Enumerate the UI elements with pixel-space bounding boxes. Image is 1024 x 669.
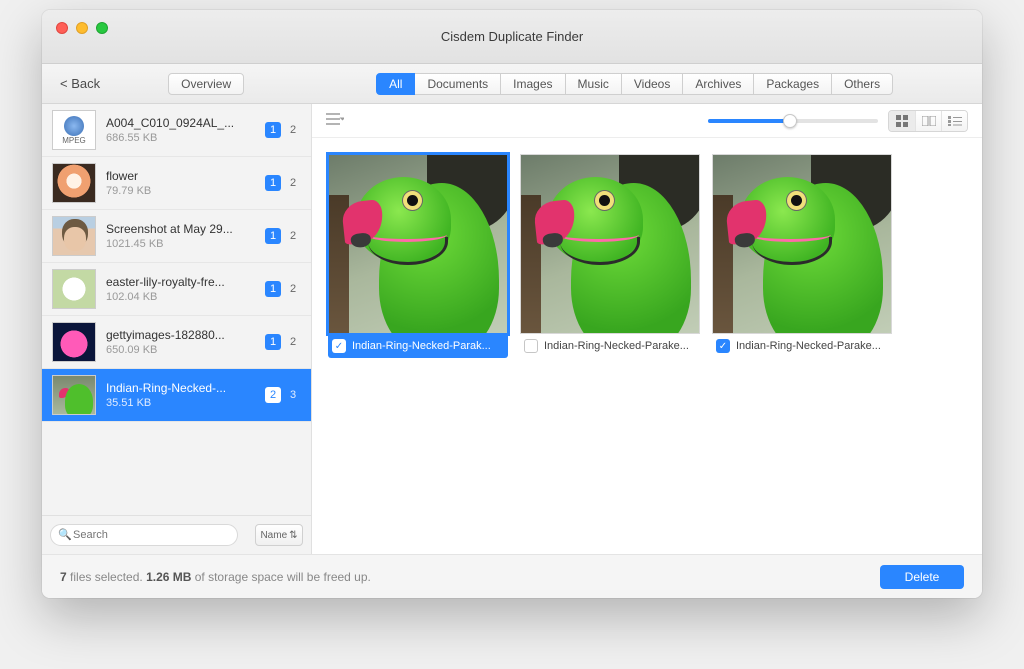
delete-button[interactable]: Delete (880, 565, 964, 589)
sort-label: Name (260, 530, 287, 541)
tab-videos[interactable]: Videos (622, 73, 683, 95)
slider-knob[interactable] (783, 114, 797, 128)
tab-others[interactable]: Others (832, 73, 893, 95)
selected-count: 1 (265, 228, 281, 244)
zoom-icon[interactable] (96, 22, 108, 34)
dup-counts: 12 (265, 281, 301, 297)
dup-counts: 12 (265, 228, 301, 244)
file-name: easter-lily-royalty-fre... (106, 275, 255, 289)
search-input[interactable] (50, 524, 238, 546)
list-item[interactable]: Screenshot at May 29... 1021.45 KB 12 (42, 210, 311, 263)
dup-counts: 12 (265, 175, 301, 191)
total-count: 2 (285, 122, 301, 138)
status-text: 7 files selected. 1.26 MB of storage spa… (60, 570, 371, 584)
total-count: 2 (285, 175, 301, 191)
selected-count: 1 (265, 334, 281, 350)
duplicate-groups-list: MPEGA004_C010_0924AL_...686.55 KB12flowe… (42, 104, 311, 515)
file-name: flower (106, 169, 255, 183)
category-tabs: AllDocumentsImagesMusicVideosArchivesPac… (376, 73, 893, 95)
main-toolbar (312, 104, 982, 138)
select-checkbox[interactable]: ✓ (716, 339, 730, 353)
selected-count: 1 (265, 175, 281, 191)
file-name: Indian-Ring-Necked-Parak... (352, 340, 504, 352)
thumbnail (52, 163, 96, 203)
status-bar: 7 files selected. 1.26 MB of storage spa… (42, 554, 982, 598)
file-name: Indian-Ring-Necked-Parake... (736, 340, 888, 352)
select-checkbox[interactable]: ✓ (332, 339, 346, 353)
sort-button[interactable]: Name ⇅ (255, 524, 303, 546)
grid-item[interactable]: Indian-Ring-Necked-Parake... (520, 154, 700, 358)
list-item[interactable]: gettyimages-182880... 650.09 KB 12 (42, 316, 311, 369)
thumbnail-size-slider[interactable] (708, 119, 878, 123)
toolbar: < Back Overview AllDocumentsImagesMusicV… (42, 64, 982, 104)
grid-view-icon[interactable] (889, 111, 915, 131)
tab-packages[interactable]: Packages (754, 73, 832, 95)
back-button[interactable]: < Back (54, 72, 106, 95)
sort-arrows-icon: ⇅ (289, 530, 297, 541)
thumbnail (52, 269, 96, 309)
duplicates-grid: ✓ Indian-Ring-Necked-Parak... Indian-Ring-… (312, 138, 982, 554)
tab-documents[interactable]: Documents (415, 73, 501, 95)
file-size: 1021.45 KB (106, 238, 255, 250)
file-size: 686.55 KB (106, 132, 255, 144)
list-view-icon[interactable] (941, 111, 967, 131)
tab-all[interactable]: All (376, 73, 415, 95)
total-count: 2 (285, 281, 301, 297)
grid-item[interactable]: ✓ Indian-Ring-Necked-Parak... (328, 154, 508, 358)
file-name: A004_C010_0924AL_... (106, 116, 255, 130)
app-window: Cisdem Duplicate Finder < Back Overview … (42, 10, 982, 598)
selected-count: 2 (265, 387, 281, 403)
total-count: 2 (285, 228, 301, 244)
file-name: gettyimages-182880... (106, 328, 255, 342)
list-item[interactable]: Indian-Ring-Necked-... 35.51 KB 23 (42, 369, 311, 422)
dup-counts: 12 (265, 122, 301, 138)
window-title: Cisdem Duplicate Finder (42, 29, 982, 44)
search-icon: 🔍 (58, 528, 72, 541)
list-item[interactable]: flower 79.79 KB 12 (42, 157, 311, 210)
body: MPEGA004_C010_0924AL_...686.55 KB12flowe… (42, 104, 982, 554)
column-view-icon[interactable] (915, 111, 941, 131)
main-panel: ✓ Indian-Ring-Necked-Parak... Indian-Ring-… (312, 104, 982, 554)
close-icon[interactable] (56, 22, 68, 34)
file-name: Indian-Ring-Necked-... (106, 381, 255, 395)
thumbnail: MPEG (52, 110, 96, 150)
dup-counts: 12 (265, 334, 301, 350)
file-name: Screenshot at May 29... (106, 222, 255, 236)
selected-count: 1 (265, 122, 281, 138)
preview-image (520, 154, 700, 334)
thumbnail (52, 375, 96, 415)
thumbnail (52, 322, 96, 362)
tab-archives[interactable]: Archives (683, 73, 754, 95)
file-name: Indian-Ring-Necked-Parake... (544, 340, 696, 352)
window-controls (56, 22, 108, 34)
sidebar: MPEGA004_C010_0924AL_...686.55 KB12flowe… (42, 104, 312, 554)
file-size: 102.04 KB (106, 291, 255, 303)
file-size: 79.79 KB (106, 185, 255, 197)
sidebar-footer: 🔍 Name ⇅ (42, 515, 311, 554)
select-menu-icon[interactable] (326, 112, 344, 129)
thumbnail (52, 216, 96, 256)
view-mode-segment (888, 110, 968, 132)
dup-counts: 23 (265, 387, 301, 403)
list-item[interactable]: easter-lily-royalty-fre... 102.04 KB 12 (42, 263, 311, 316)
select-checkbox[interactable] (524, 339, 538, 353)
grid-item[interactable]: ✓ Indian-Ring-Necked-Parake... (712, 154, 892, 358)
list-item[interactable]: MPEG A004_C010_0924AL_... 686.55 KB 12 (42, 104, 311, 157)
titlebar: Cisdem Duplicate Finder (42, 10, 982, 64)
preview-image (328, 154, 508, 334)
tab-music[interactable]: Music (566, 73, 622, 95)
total-count: 3 (285, 387, 301, 403)
total-count: 2 (285, 334, 301, 350)
preview-image (712, 154, 892, 334)
file-size: 35.51 KB (106, 397, 255, 409)
minimize-icon[interactable] (76, 22, 88, 34)
tab-images[interactable]: Images (501, 73, 565, 95)
overview-button[interactable]: Overview (168, 73, 244, 95)
selected-count: 1 (265, 281, 281, 297)
file-size: 650.09 KB (106, 344, 255, 356)
